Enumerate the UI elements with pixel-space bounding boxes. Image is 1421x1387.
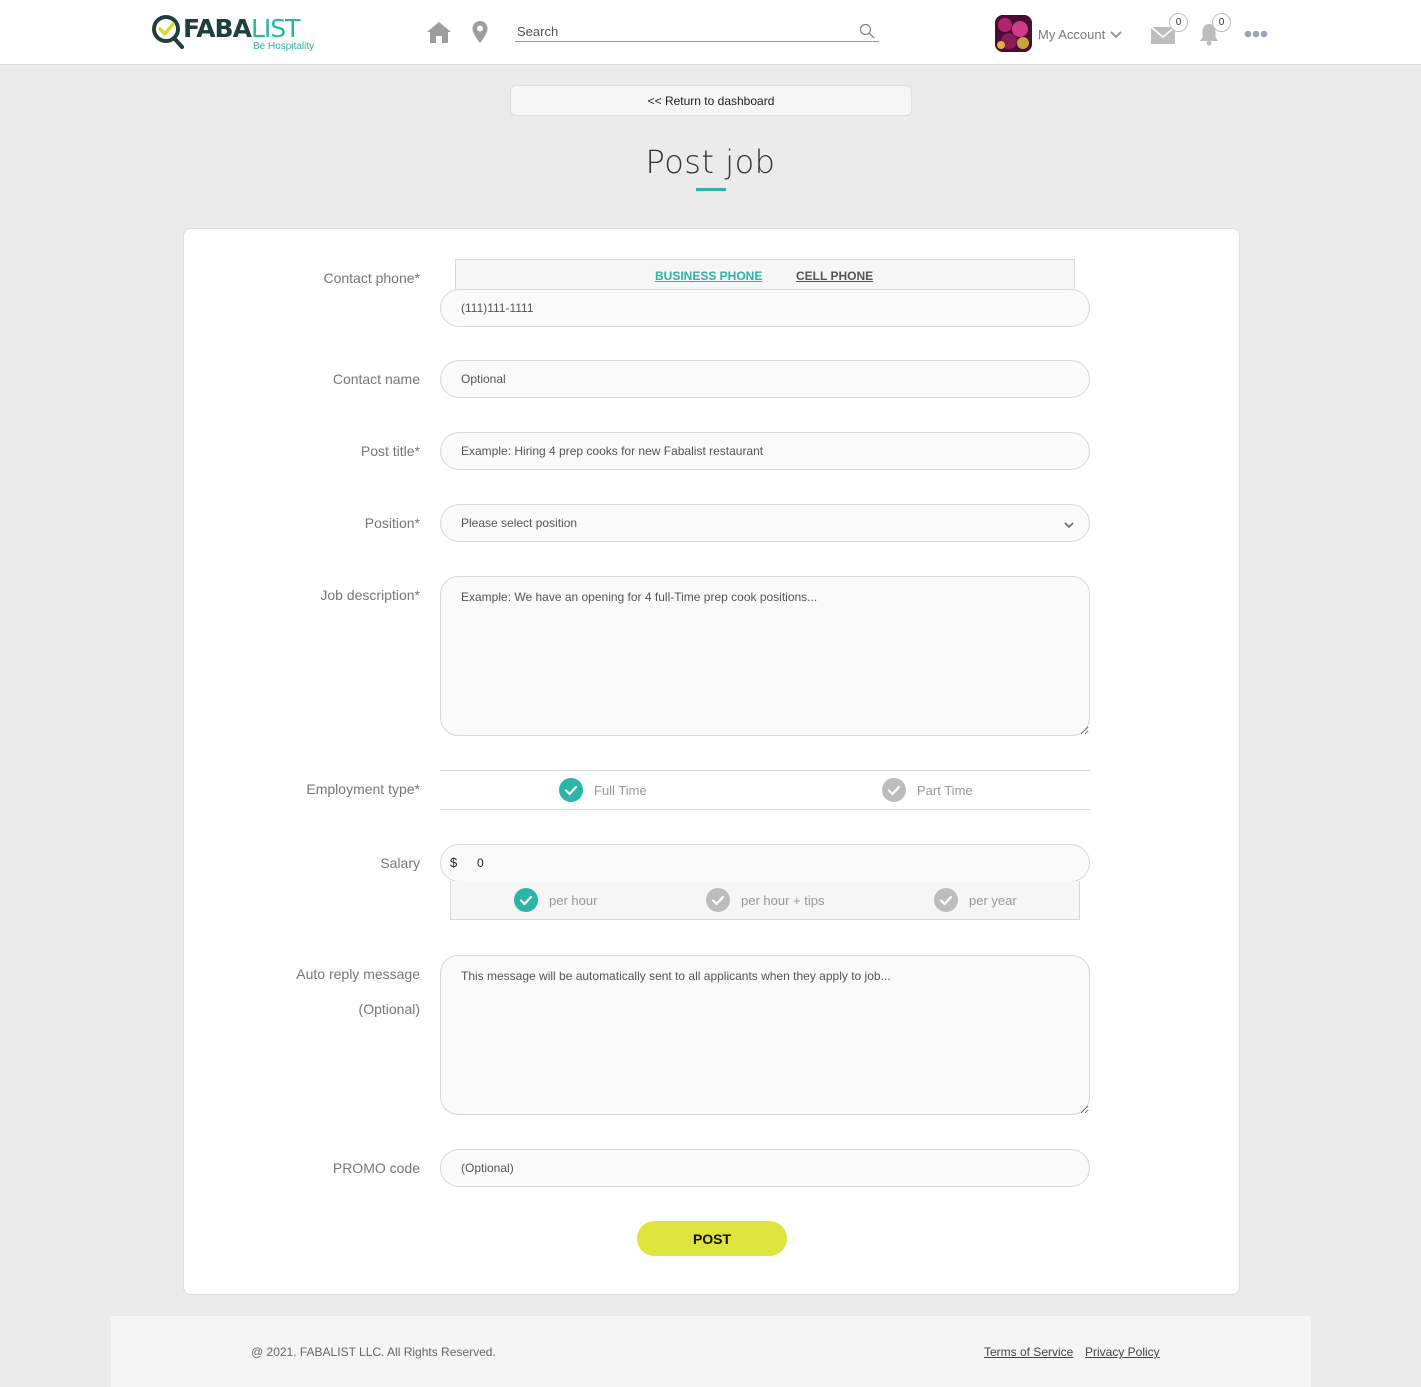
employment-type-label: Employment type* xyxy=(306,781,420,797)
salary-label: Salary xyxy=(380,855,420,871)
post-job-form: Contact phone* BUSINESS PHONE CELL PHONE… xyxy=(183,228,1240,1295)
job-description-textarea[interactable] xyxy=(440,576,1090,736)
magnifier-check-logo-icon xyxy=(152,15,184,49)
position-label: Position* xyxy=(364,515,420,531)
check-icon xyxy=(559,778,583,802)
auto-reply-textarea[interactable] xyxy=(440,955,1090,1115)
logo-wordmark: FABALIST xyxy=(183,14,300,43)
per-hour-label: per hour xyxy=(549,892,598,908)
top-navigation-bar: FABALIST Be Hospitality My Account xyxy=(0,0,1421,65)
job-description-label: Job description* xyxy=(320,587,420,603)
search-input[interactable] xyxy=(515,22,845,41)
copyright-text: @ 2021. FABALIST LLC. All Rights Reserve… xyxy=(251,1345,496,1359)
post-button[interactable]: POST xyxy=(637,1221,787,1256)
page-title: Post job xyxy=(645,143,776,181)
post-title-input[interactable] xyxy=(440,432,1090,470)
avatar-image xyxy=(995,15,1032,52)
auto-reply-label: Auto reply message xyxy=(296,966,420,982)
chevron-down-icon xyxy=(1110,30,1122,38)
contact-name-label: Contact name xyxy=(332,371,420,387)
full-time-option[interactable]: Full Time xyxy=(559,778,647,802)
tab-cell-phone[interactable]: CELL PHONE xyxy=(796,269,873,283)
full-time-label: Full Time xyxy=(594,782,647,798)
messages-count-badge: 0 xyxy=(1169,13,1188,32)
contact-phone-label: Contact phone* xyxy=(323,270,420,286)
contact-name-input[interactable] xyxy=(440,360,1090,398)
part-time-label: Part Time xyxy=(917,782,973,798)
auto-reply-optional-label: (Optional) xyxy=(358,1001,420,1017)
salary-input[interactable] xyxy=(440,844,1090,882)
notifications-count-badge: 0 xyxy=(1212,13,1231,32)
check-icon xyxy=(706,888,730,912)
per-hour-tips-option[interactable]: per hour + tips xyxy=(706,888,824,912)
avatar[interactable] xyxy=(995,15,1032,52)
tab-business-phone[interactable]: BUSINESS PHONE xyxy=(655,269,762,283)
per-year-label: per year xyxy=(969,892,1017,908)
fabalist-logo[interactable]: FABALIST Be Hospitality xyxy=(151,12,316,54)
terms-of-service-link[interactable]: Terms of Service xyxy=(984,1345,1073,1359)
my-account-label: My Account xyxy=(1038,27,1106,42)
per-hour-option[interactable]: per hour xyxy=(514,888,597,912)
check-icon xyxy=(934,888,958,912)
per-year-option[interactable]: per year xyxy=(934,888,1017,912)
privacy-policy-link[interactable]: Privacy Policy xyxy=(1085,1345,1160,1359)
search-icon[interactable] xyxy=(859,23,875,39)
my-account-menu[interactable]: My Account xyxy=(1038,27,1123,42)
check-icon xyxy=(882,778,906,802)
per-hour-tips-label: per hour + tips xyxy=(741,892,825,908)
promo-code-label: PROMO code xyxy=(332,1160,420,1176)
contact-phone-input[interactable] xyxy=(440,289,1090,327)
check-icon xyxy=(514,888,538,912)
position-selected-value: Please select position xyxy=(461,516,578,530)
employment-type-options: Full Time Part Time xyxy=(440,770,1090,810)
promo-code-input[interactable] xyxy=(440,1149,1090,1187)
footer: @ 2021. FABALIST LLC. All Rights Reserve… xyxy=(111,1316,1311,1387)
logo-tagline: Be Hospitality xyxy=(253,41,315,52)
return-to-dashboard-button[interactable]: << Return to dashboard xyxy=(510,85,912,116)
part-time-option[interactable]: Part Time xyxy=(882,778,973,802)
position-select[interactable]: Please select position xyxy=(440,504,1090,542)
salary-rate-options: per hour per hour + tips per year xyxy=(450,881,1080,920)
post-title-label: Post title* xyxy=(360,443,420,459)
home-icon[interactable] xyxy=(426,20,452,44)
search-bar xyxy=(515,22,879,42)
location-pin-icon[interactable] xyxy=(471,20,489,44)
more-icon[interactable] xyxy=(1244,30,1268,38)
phone-type-tabs: BUSINESS PHONE CELL PHONE xyxy=(455,259,1075,289)
title-underline xyxy=(696,188,726,191)
